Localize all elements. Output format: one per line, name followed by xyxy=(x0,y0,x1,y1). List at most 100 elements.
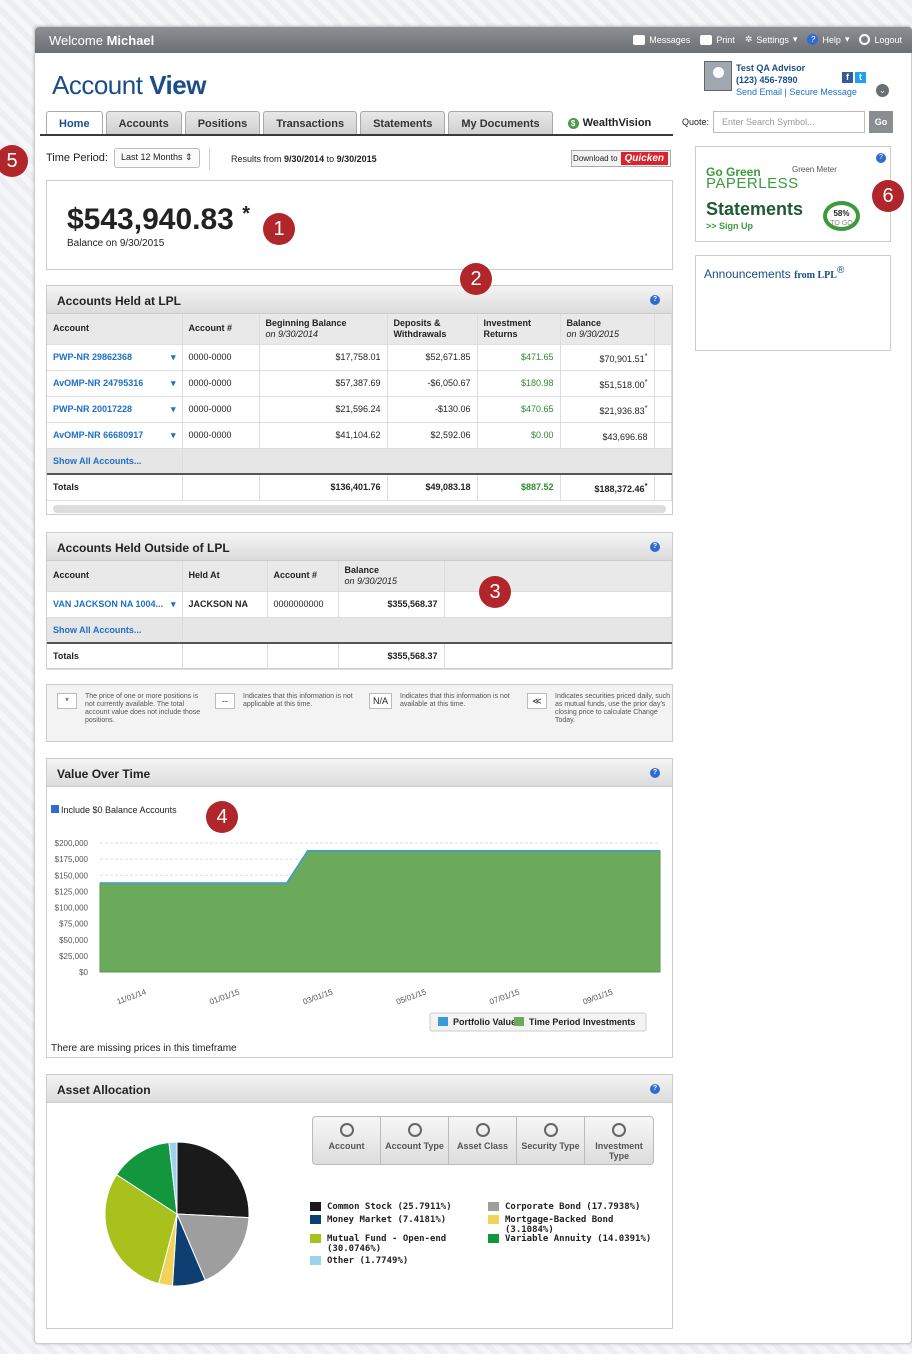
aa-title: Asset Allocation xyxy=(57,1083,151,1097)
pie-icon xyxy=(543,1123,558,1137)
legend-key: N/A xyxy=(369,693,393,709)
deposits-label2: Withdrawals xyxy=(393,328,447,339)
returns: $0.00 xyxy=(477,422,561,449)
results-to-word: to xyxy=(326,154,335,164)
col-held-at: Held At xyxy=(182,561,268,592)
balance-value: $43,696.68 xyxy=(602,431,648,442)
col-account: Account xyxy=(47,314,183,345)
totals-row: Totals $355,568.37 xyxy=(47,642,672,670)
spacer xyxy=(654,422,672,449)
returns: $180.98 xyxy=(477,370,561,397)
announcements-widget: Announcements from LPL® xyxy=(695,255,891,351)
beginning-balance: $21,596.24 xyxy=(259,396,388,423)
account-type-button[interactable]: Account Type xyxy=(381,1117,449,1164)
legend-swatch xyxy=(310,1256,321,1265)
spacer xyxy=(654,473,672,501)
tab-statements[interactable]: Statements xyxy=(360,111,446,135)
spacer xyxy=(444,591,672,618)
green-meter-label: Green Meter xyxy=(792,165,837,174)
green-meter-percent: 58% xyxy=(833,209,850,218)
user-name: Michael xyxy=(106,33,155,48)
account-number: 0000-0000 xyxy=(182,344,260,371)
tab-accounts[interactable]: Accounts xyxy=(105,111,182,135)
quote-go-button[interactable]: Go xyxy=(869,111,894,133)
legend-text: The price of one or more positions is no… xyxy=(85,693,201,724)
legend-key: -- xyxy=(215,693,235,709)
tab-transactions[interactable]: Transactions xyxy=(263,111,358,135)
tab-underline xyxy=(40,134,673,136)
download-quicken-button[interactable]: Download to Quicken xyxy=(571,150,671,167)
legend-label: Common Stock (25.7911%) xyxy=(327,1202,452,1212)
spacer xyxy=(182,473,260,501)
sign-up-link[interactable]: >> Sign Up xyxy=(706,221,753,231)
help-icon[interactable]: ? xyxy=(650,295,660,305)
top-bar: Welcome Michael Messages Print ✲ Settings… xyxy=(35,27,912,53)
logout-link[interactable]: Logout xyxy=(859,34,902,45)
tab-my-documents[interactable]: My Documents xyxy=(448,111,553,135)
tab-wealthvision[interactable]: $ WealthVision xyxy=(556,111,664,135)
col-deposits: Deposits & Withdrawals xyxy=(387,314,478,345)
include-zero-checkbox[interactable]: Include $0 Balance Accounts xyxy=(51,805,177,815)
legend-text: Indicates securities priced daily, such … xyxy=(555,693,671,724)
account-link[interactable]: PWP-NR 20017228 xyxy=(47,396,183,423)
help-icon[interactable]: ? xyxy=(650,1084,660,1094)
tab-home[interactable]: Home xyxy=(46,111,103,136)
download-label: Download to xyxy=(573,154,618,163)
spacer xyxy=(267,642,339,670)
legend-label: Variable Annuity (14.0391%) xyxy=(505,1234,652,1244)
spacer xyxy=(654,370,672,397)
deposits: $52,671.85 xyxy=(387,344,478,371)
quicken-logo: Quicken xyxy=(620,152,668,165)
checkbox-label: Include $0 Balance Accounts xyxy=(61,805,177,815)
horizontal-scrollbar[interactable] xyxy=(53,504,666,513)
show-all-accounts-link[interactable]: Show All Accounts... xyxy=(47,448,183,475)
account-link[interactable]: PWP-NR 29862368 xyxy=(47,344,183,371)
col-spacer xyxy=(654,314,672,345)
quote-input[interactable]: Enter Search Symbol... xyxy=(713,111,866,133)
totals-label: Totals xyxy=(47,642,183,670)
print-link[interactable]: Print xyxy=(700,34,735,45)
account-link[interactable]: VAN JACKSON NA 1004... xyxy=(47,591,183,618)
asset-class-button[interactable]: Asset Class xyxy=(449,1117,517,1164)
help-icon[interactable]: ? xyxy=(650,542,660,552)
time-period-bar: Time Period: Last 12 Months ⇕ xyxy=(46,148,200,168)
time-period-select[interactable]: Last 12 Months ⇕ xyxy=(113,148,200,168)
help-menu[interactable]: ? Help ▾ xyxy=(807,34,849,45)
quote-label: Quote: xyxy=(682,117,710,127)
advisor-contact-links[interactable]: Send Email | Secure Message xyxy=(736,87,857,97)
account-link[interactable]: AvOMP-NR 66680917 xyxy=(47,422,183,449)
go-green-widget[interactable]: Go Green Green Meter PAPERLESS Statement… xyxy=(695,146,891,242)
account-button[interactable]: Account xyxy=(313,1117,381,1164)
help-icon[interactable]: ? xyxy=(650,768,660,778)
settings-menu[interactable]: ✲ Settings ▾ xyxy=(745,34,798,45)
results-prefix: Results from xyxy=(231,154,282,164)
legend-item: Mutual Fund - Open-end (30.0746%) xyxy=(310,1234,480,1254)
gear-icon: ✲ xyxy=(744,34,753,44)
balance-box: $543,940.83 * Balance on 9/30/2015 xyxy=(46,180,673,270)
col-account-number: Account # xyxy=(267,561,339,592)
messages-link[interactable]: Messages xyxy=(633,34,690,45)
investment-type-button[interactable]: Investment Type xyxy=(585,1117,653,1164)
account-link[interactable]: AvOMP-NR 24795316 xyxy=(47,370,183,397)
messages-label: Messages xyxy=(649,34,691,45)
help-icon[interactable]: ? xyxy=(876,153,886,163)
legend-label: Other (1.7749%) xyxy=(327,1256,409,1266)
begin-label: Beginning Balance xyxy=(265,317,347,328)
security-type-button[interactable]: Security Type xyxy=(517,1117,585,1164)
held-at: JACKSON NA xyxy=(182,591,268,618)
value-over-time-panel: Value Over Time? Include $0 Balance Acco… xyxy=(46,758,673,1058)
twitter-icon[interactable]: t xyxy=(855,72,866,83)
legend-item: Money Market (7.4181%) xyxy=(310,1215,480,1225)
annotation-badge-1: 1 xyxy=(263,213,295,245)
lpl-accounts-panel: Accounts Held at LPL? Account Account # … xyxy=(46,285,673,515)
panel-header: Asset Allocation? xyxy=(47,1075,672,1103)
facebook-icon[interactable]: f xyxy=(842,72,853,83)
tab-positions[interactable]: Positions xyxy=(184,111,261,135)
logout-label: Logout xyxy=(874,34,902,45)
settings-label: Settings xyxy=(756,34,789,45)
show-all-accounts-link[interactable]: Show All Accounts... xyxy=(47,617,183,644)
divider xyxy=(209,148,210,170)
legend-key: ≪ xyxy=(527,693,547,709)
chevron-down-icon[interactable]: ⌄ xyxy=(876,84,889,97)
balance-note: Balance on 9/30/2015 xyxy=(67,238,165,249)
